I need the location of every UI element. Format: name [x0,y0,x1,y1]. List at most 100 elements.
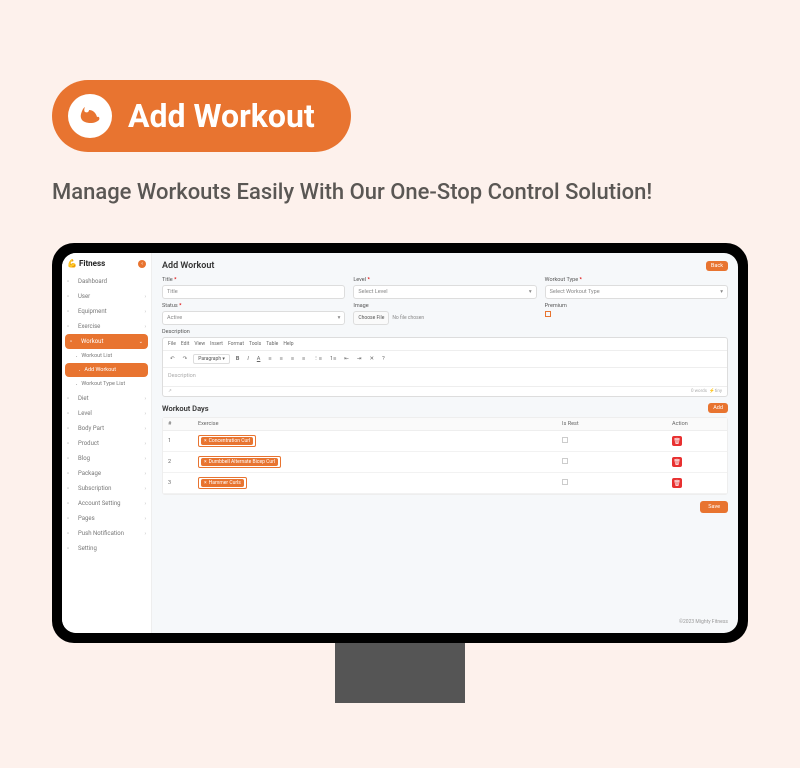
sidebar-item-push-notification[interactable]: ▫Push Notification› [62,526,151,541]
push-icon: ▫ [67,530,74,537]
delete-row-button[interactable]: 🗑 [672,478,682,488]
bullet-list-icon[interactable]: ⋮≡ [311,355,324,363]
sidebar-item-account-setting[interactable]: ▫Account Setting› [62,496,151,511]
editor-textarea[interactable]: Description [163,368,727,386]
align-justify-icon[interactable]: ≡ [300,355,307,363]
file-status: No file chosen [392,315,424,321]
sidebar-item-label: Account Setting [78,500,121,507]
sidebar-item-level[interactable]: ▫Level› [62,406,151,421]
tag-remove-icon[interactable]: × [204,459,207,465]
sidebar-item-label: Workout List [81,353,112,359]
sidebar-item-label: Product [78,440,99,447]
premium-checkbox[interactable] [545,311,551,317]
premium-label: Premium [545,303,728,309]
sidebar-item-body-part[interactable]: ▫Body Part› [62,421,151,436]
exercise-tag-input[interactable]: × Concentration Curl [198,435,256,447]
status-select[interactable]: Active▾ [162,311,345,325]
choose-file-button[interactable]: Choose File [353,311,389,325]
sidebar-item-product[interactable]: ▫Product› [62,436,151,451]
sidebar-item-pages[interactable]: ▫Pages› [62,511,151,526]
sidebar-item-workout[interactable]: ▫Workout⌄ [65,334,148,349]
sidebar-item-label: Workout [81,338,103,345]
menu-help[interactable]: Help [283,341,293,347]
exercise-tag-input[interactable]: × Dumbbell Alternate Bicep Curl [198,456,281,468]
footer-copyright: ©2023 Mighty Fitness [162,615,728,625]
sidebar-item-label: Exercise [78,323,100,330]
save-button[interactable]: Save [700,501,728,513]
menu-tools[interactable]: Tools [249,341,261,347]
hero-title: Add Workout [128,97,315,135]
undo-icon[interactable]: ↶ [168,355,177,363]
row-number: 1 [168,438,198,444]
workout-type-select[interactable]: Select Workout Type▾ [545,285,728,299]
sidebar-item-dashboard[interactable]: ▫Dashboard [62,274,151,289]
workout-icon: ▫ [70,338,77,345]
bold-icon[interactable]: B [234,355,242,363]
chevron-icon: › [144,501,146,507]
help-icon[interactable]: ? [380,355,387,363]
sidebar-item-label: Equipment [78,308,107,315]
product-icon: ▫ [67,440,74,447]
sidebar-item-workout-list[interactable]: •Workout List [62,349,151,363]
menu-table[interactable]: Table [266,341,278,347]
sidebar-collapse-icon[interactable]: ‹ [138,260,146,268]
level-select[interactable]: Select Level▾ [353,285,536,299]
number-list-icon[interactable]: 1≡ [328,355,338,363]
bullet-icon: • [76,382,77,387]
back-button[interactable]: Back [706,261,728,271]
menu-view[interactable]: View [194,341,205,347]
table-row: 1× Concentration Curl 🗑 [163,431,727,452]
sidebar-item-package[interactable]: ▫Package› [62,466,151,481]
isrest-checkbox[interactable] [562,437,568,443]
color-icon[interactable]: A [255,355,263,363]
align-center-icon[interactable]: ≡ [278,355,285,363]
chevron-icon: › [144,486,146,492]
sidebar-item-user[interactable]: ▫User› [62,289,151,304]
editor-toolbar[interactable]: ↶ ↷ Paragraph ▾ B I A ≡ ≡ ≡ ≡ ⋮≡ 1≡ ⇤ ⇥ … [163,351,727,368]
sidebar-item-diet[interactable]: ▫Diet› [62,391,151,406]
bodypart-icon: ▫ [67,425,74,432]
chevron-icon: › [144,309,146,315]
exercise-tag-input[interactable]: × Hammer Curls [198,477,247,489]
sidebar-item-label: Blog [78,455,90,462]
align-right-icon[interactable]: ≡ [289,355,296,363]
add-day-button[interactable]: Add [708,403,728,413]
italic-icon[interactable]: I [245,355,250,363]
exercise-tag[interactable]: × Dumbbell Alternate Bicep Curl [201,458,278,466]
editor-resize-icon[interactable]: ↗ [168,389,172,394]
tag-remove-icon[interactable]: × [204,480,207,486]
sidebar-item-label: Push Notification [78,530,124,537]
indent-icon[interactable]: ⇥ [355,355,364,363]
sidebar-item-label: Subscription [78,485,112,492]
isrest-checkbox[interactable] [562,458,568,464]
exercise-tag[interactable]: × Concentration Curl [201,437,253,445]
clear-format-icon[interactable]: ✕ [368,355,377,363]
sidebar-item-exercise[interactable]: ▫Exercise› [62,319,151,334]
isrest-checkbox[interactable] [562,479,568,485]
level-icon: ▫ [67,410,74,417]
tag-remove-icon[interactable]: × [204,438,207,444]
sidebar-item-workout-type-list[interactable]: •Workout Type List [62,377,151,391]
delete-row-button[interactable]: 🗑 [672,457,682,467]
title-input[interactable]: Title [162,285,345,299]
menu-edit[interactable]: Edit [181,341,189,347]
sidebar-item-label: Package [78,470,101,477]
level-label: Level * [353,277,536,283]
menu-file[interactable]: File [168,341,176,347]
sidebar-item-subscription[interactable]: ▫Subscription› [62,481,151,496]
menu-format[interactable]: Format [228,341,244,347]
redo-icon[interactable]: ↷ [181,355,190,363]
sidebar-item-blog[interactable]: ▫Blog› [62,451,151,466]
outdent-icon[interactable]: ⇤ [342,355,351,363]
align-left-icon[interactable]: ≡ [266,355,273,363]
sidebar-item-add-workout[interactable]: •Add Workout [65,363,148,377]
menu-insert[interactable]: Insert [210,341,223,347]
exercise-tag[interactable]: × Hammer Curls [201,479,244,487]
delete-row-button[interactable]: 🗑 [672,436,682,446]
sidebar-item-equipment[interactable]: ▫Equipment› [62,304,151,319]
editor-menubar[interactable]: File Edit View Insert Format Tools Table Help [163,338,727,351]
sidebar-item-label: User [78,293,90,300]
sidebar-item-setting[interactable]: ▫Setting [62,541,151,556]
paragraph-select[interactable]: Paragraph ▾ [193,354,230,364]
monitor-stand [335,643,465,703]
